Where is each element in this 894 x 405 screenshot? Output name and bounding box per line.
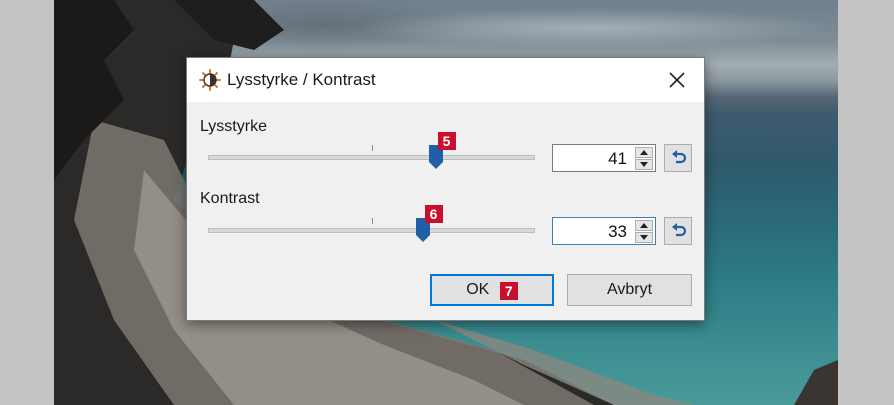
brightness-contrast-dialog: Lysstyrke / Kontrast Lysstyrke 5 41 Kont… xyxy=(186,57,705,321)
chevron-down-icon xyxy=(640,162,648,167)
contrast-slider-track[interactable] xyxy=(208,228,535,233)
step-badge: 6 xyxy=(424,205,443,223)
brightness-value: 41 xyxy=(608,149,627,168)
step-badge: 5 xyxy=(437,132,456,150)
brightness-decrement-button[interactable] xyxy=(635,159,653,170)
step-badge: 7 xyxy=(499,282,518,300)
title-bar: Lysstyrke / Kontrast xyxy=(187,58,704,102)
slider-center-tick xyxy=(372,145,373,151)
chevron-up-icon xyxy=(640,150,648,155)
undo-icon xyxy=(672,150,687,164)
contrast-reset-button[interactable] xyxy=(664,217,692,245)
contrast-value: 33 xyxy=(608,222,627,241)
dialog-title: Lysstyrke / Kontrast xyxy=(227,70,376,89)
chevron-down-icon xyxy=(640,235,648,240)
brightness-label: Lysstyrke xyxy=(200,118,267,135)
close-icon[interactable] xyxy=(663,66,691,94)
ok-button-label: OK xyxy=(466,281,490,298)
contrast-value-input[interactable]: 33 xyxy=(552,217,656,245)
cancel-button[interactable]: Avbryt xyxy=(567,274,692,306)
ok-button[interactable]: OK 7 xyxy=(430,274,554,306)
right-frame xyxy=(838,0,894,405)
brightness-increment-button[interactable] xyxy=(635,147,653,158)
brightness-contrast-icon xyxy=(199,69,221,91)
contrast-decrement-button[interactable] xyxy=(635,232,653,243)
chevron-up-icon xyxy=(640,223,648,228)
contrast-label: Kontrast xyxy=(200,190,260,207)
brightness-slider-track[interactable] xyxy=(208,155,535,160)
left-frame xyxy=(0,0,54,405)
undo-icon xyxy=(672,223,687,237)
brightness-value-input[interactable]: 41 xyxy=(552,144,656,172)
slider-center-tick xyxy=(372,218,373,224)
brightness-reset-button[interactable] xyxy=(664,144,692,172)
contrast-increment-button[interactable] xyxy=(635,220,653,231)
